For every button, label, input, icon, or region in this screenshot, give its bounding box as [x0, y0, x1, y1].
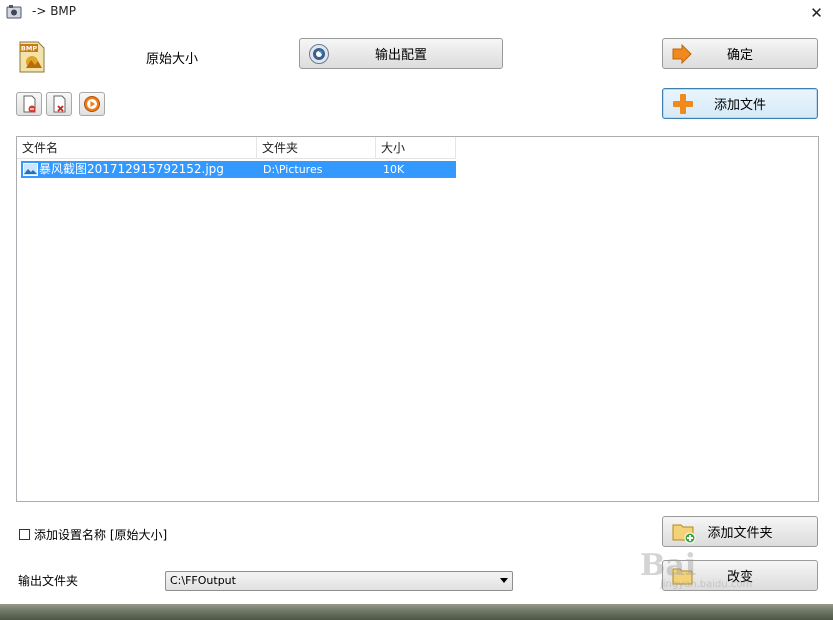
- add-file-label: 添加文件: [713, 98, 766, 113]
- app-icon: [6, 5, 22, 19]
- image-file-icon: [23, 163, 38, 176]
- remove-file-button[interactable]: [16, 92, 42, 116]
- file-name-cell: 暴风截图201712915792152.jpg: [39, 162, 224, 176]
- close-button[interactable]: ✕: [800, 0, 833, 26]
- start-button[interactable]: [79, 92, 105, 116]
- add-folder-icon: [672, 524, 696, 543]
- format-badge-text: BMP: [21, 45, 37, 53]
- output-config-label: 输出配置: [374, 48, 427, 63]
- file-folder-cell: D:\Pictures: [263, 163, 323, 176]
- remove-file-icon: [23, 95, 36, 113]
- add-setting-name-label[interactable]: 添加设置名称 [原始大小]: [34, 526, 167, 543]
- file-list[interactable]: 文件名 文件夹 大小 暴风截图201712915792152.jpg D:\Pi…: [16, 136, 819, 502]
- output-folder-select[interactable]: C:\FFOutput: [165, 571, 513, 591]
- arrow-right-icon: [672, 43, 692, 64]
- preset-label: 原始大小: [146, 52, 199, 67]
- add-setting-name-checkbox[interactable]: [19, 529, 30, 540]
- play-icon: [84, 96, 100, 112]
- clear-list-button[interactable]: [46, 92, 72, 116]
- output-config-button[interactable]: 输出配置: [299, 38, 503, 69]
- column-header-filename[interactable]: 文件名: [17, 137, 257, 159]
- ok-label: 确定: [726, 48, 753, 63]
- folder-icon: [672, 568, 693, 584]
- ok-button[interactable]: 确定: [662, 38, 818, 69]
- change-button[interactable]: 改变: [662, 560, 818, 591]
- plus-icon: [673, 93, 693, 114]
- add-file-button[interactable]: 添加文件: [662, 88, 818, 119]
- output-folder-value: C:\FFOutput: [170, 574, 236, 587]
- column-header-folder[interactable]: 文件夹: [257, 137, 376, 159]
- change-label: 改变: [726, 570, 753, 585]
- desktop-background: [0, 604, 833, 620]
- add-folder-button[interactable]: 添加文件夹: [662, 516, 818, 547]
- clear-list-icon: [53, 95, 66, 113]
- window-title: -> BMP: [32, 4, 77, 18]
- title-bar: -> BMP ✕: [0, 0, 833, 26]
- column-header-size[interactable]: 大小: [376, 137, 456, 159]
- bmp-format-icon: BMP: [19, 41, 45, 73]
- output-folder-label: 输出文件夹: [18, 574, 79, 588]
- chevron-down-icon: [500, 578, 508, 583]
- add-folder-label: 添加文件夹: [707, 526, 773, 541]
- file-size-cell: 10K: [383, 163, 405, 176]
- table-row[interactable]: 暴风截图201712915792152.jpg D:\Pictures 10K: [21, 161, 456, 178]
- gear-icon: [309, 43, 329, 64]
